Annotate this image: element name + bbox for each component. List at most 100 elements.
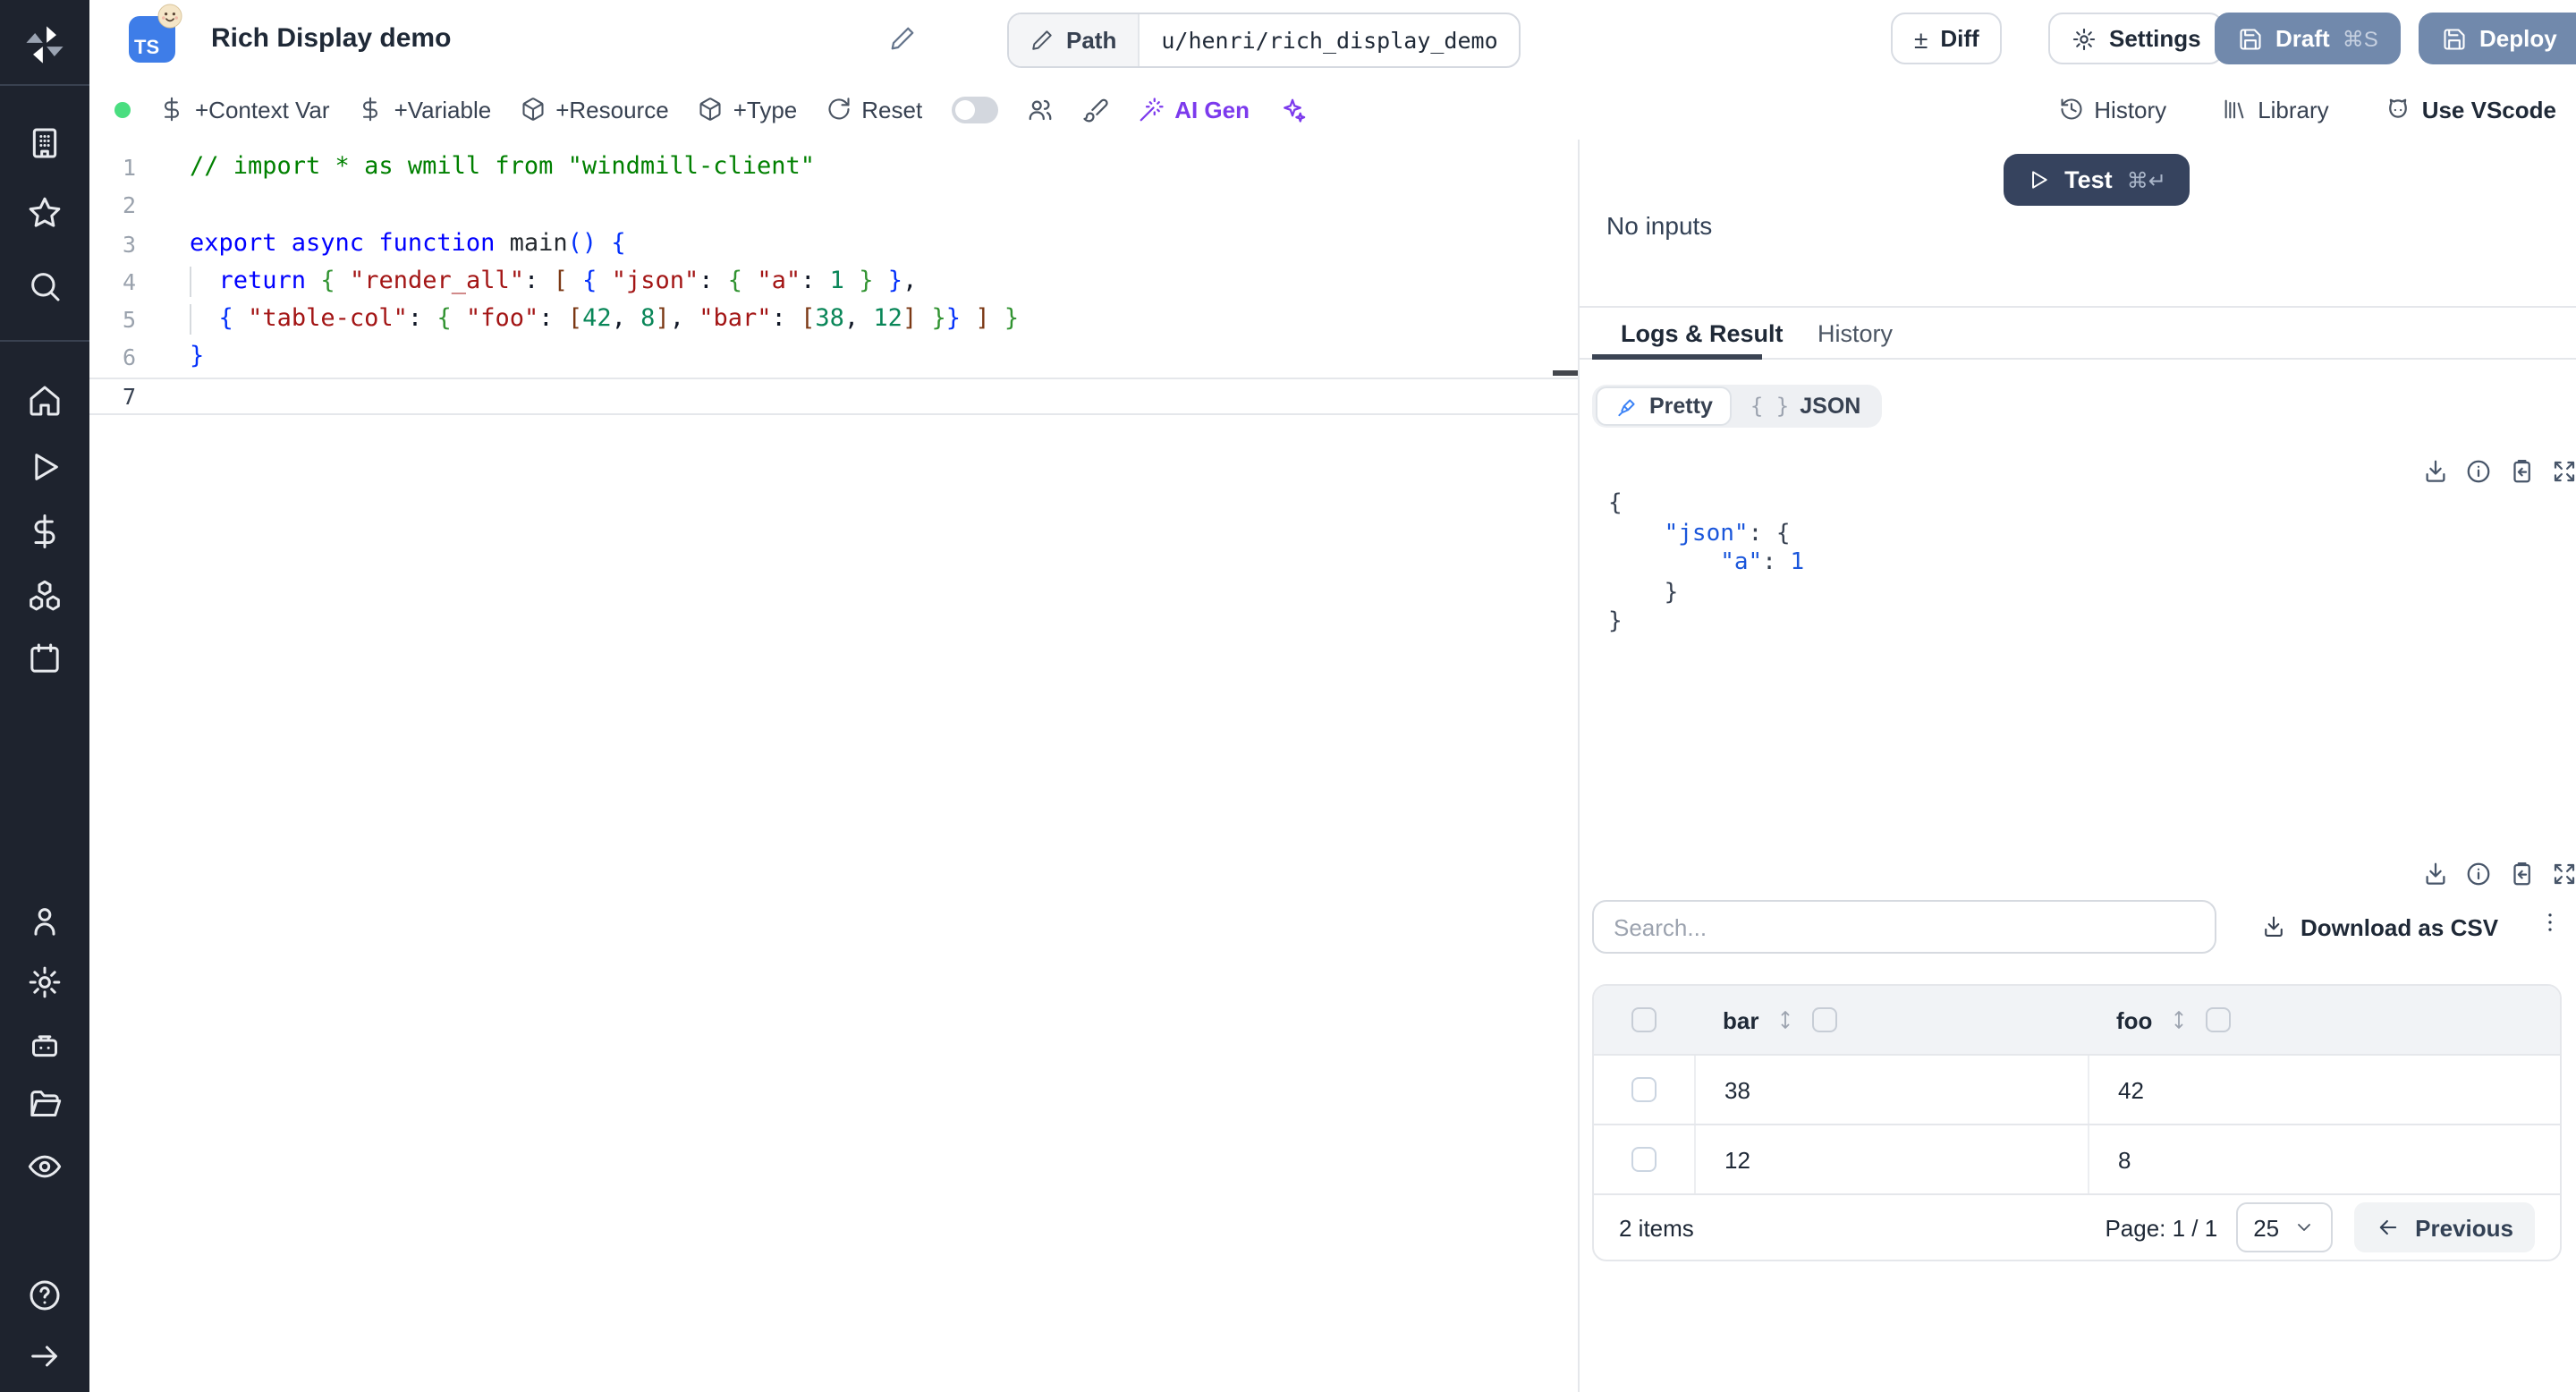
sidebar-item-schedules-calendar-icon[interactable] <box>0 641 89 676</box>
download-icon[interactable] <box>2422 458 2449 485</box>
ai-sparkles-button[interactable] <box>1278 96 1305 123</box>
code-editor[interactable]: 1 // import * as wmill from "windmill-cli… <box>89 140 1578 1392</box>
sort-icon[interactable] <box>1775 1009 1796 1031</box>
library-label: Library <box>2258 96 2329 123</box>
use-vscode-button[interactable]: Use VScode <box>2385 96 2556 123</box>
expand-fullscreen-icon[interactable] <box>2551 861 2576 887</box>
download-icon[interactable] <box>2422 861 2449 887</box>
diff-label: Diff <box>1940 25 1979 52</box>
token: { <box>436 304 452 334</box>
sidebar-item-workers-robot-icon[interactable] <box>0 1027 89 1063</box>
code-rows: 1 // import * as wmill from "windmill-cli… <box>89 149 1578 415</box>
windmill-script-editor: TS Rich Display demo Path u/henri/rich_d… <box>0 0 2576 1392</box>
add-resource-button[interactable]: +Resource <box>520 96 669 123</box>
sidebar-item-help-question-icon[interactable] <box>0 1277 89 1313</box>
tab-logs-and-result[interactable]: Logs & Result <box>1621 308 1784 360</box>
format-code-brush-button[interactable] <box>1081 96 1108 123</box>
table-menu-kebab-icon[interactable] <box>2537 909 2563 945</box>
edit-title-pencil-icon[interactable] <box>889 25 916 61</box>
settings-button[interactable]: Settings <box>2048 13 2224 64</box>
row-checkbox[interactable] <box>1631 1147 1657 1172</box>
token: [ <box>553 266 568 295</box>
reset-button[interactable]: Reset <box>826 96 922 123</box>
sidebar-item-workspace-building-icon[interactable] <box>0 125 89 161</box>
add-variable-button[interactable]: +Variable <box>359 96 491 123</box>
previous-page-button[interactable]: Previous <box>2354 1202 2535 1252</box>
select-all-checkbox[interactable] <box>1631 1007 1657 1032</box>
search-input[interactable] <box>1592 900 2216 954</box>
deploy-button[interactable]: Deploy <box>2419 13 2576 64</box>
row-checkbox[interactable] <box>1631 1077 1657 1102</box>
history-button[interactable]: History <box>2058 96 2166 123</box>
info-icon[interactable] <box>2465 861 2492 887</box>
draft-button[interactable]: Draft ⌘S <box>2215 13 2402 64</box>
copy-clipboard-icon[interactable] <box>2508 861 2535 887</box>
toolbar-right: History Library Use VScode <box>2058 79 2556 140</box>
use-vscode-label: Use VScode <box>2421 96 2556 123</box>
download-as-csv-button[interactable]: Download as CSV <box>2261 913 2498 940</box>
token: } <box>931 304 946 334</box>
sidebar-item-variables-dollar-icon[interactable] <box>0 514 89 549</box>
sidebar-item-folders-folder-icon[interactable] <box>0 1086 89 1122</box>
view-json-button[interactable]: { } JSON <box>1733 388 1878 424</box>
code-line: 2 <box>89 187 1578 225</box>
column-checkbox[interactable] <box>1812 1007 1838 1032</box>
token: , <box>843 304 874 334</box>
expand-fullscreen-icon[interactable] <box>2551 458 2576 485</box>
token: , <box>611 304 641 334</box>
sidebar-item-search-icon[interactable] <box>0 268 89 304</box>
path-button[interactable]: Path u/henri/rich_display_demo <box>1007 13 1521 68</box>
token: : <box>1748 520 1776 547</box>
arrow-left-icon <box>2376 1215 2401 1240</box>
token: ] <box>975 304 990 334</box>
view-pretty-button[interactable]: Pretty <box>1596 386 1733 426</box>
sort-icon[interactable] <box>2168 1009 2190 1031</box>
sidebar-item-home-icon[interactable] <box>0 383 89 419</box>
sidebar-expand-arrow-right-icon[interactable] <box>0 1338 89 1374</box>
table-cell: 8 <box>2088 1125 2560 1193</box>
diff-button[interactable]: ± Diff <box>1891 13 2003 64</box>
sidebar-item-audit-logs-eye-icon[interactable] <box>0 1149 89 1184</box>
sidebar-item-resources-cubes-icon[interactable] <box>0 578 89 614</box>
token: export async function <box>190 228 510 258</box>
save-icon <box>2238 26 2263 51</box>
token: } <box>1608 579 1679 606</box>
token: 1 <box>1790 549 1805 576</box>
copy-clipboard-icon[interactable] <box>2508 458 2535 485</box>
column-header-foo: foo <box>2088 1006 2560 1033</box>
add-context-var-button[interactable]: +Context Var <box>159 96 330 123</box>
token: return <box>218 266 307 295</box>
sidebar-item-favorites-star-icon[interactable] <box>0 195 89 231</box>
language-ready-status-dot <box>114 101 131 117</box>
test-run-button[interactable]: Test ⌘↵ <box>2004 154 2190 206</box>
windmill-logo-icon[interactable] <box>0 21 89 68</box>
page-title: Rich Display demo <box>211 23 452 54</box>
add-type-button[interactable]: +Type <box>698 96 797 123</box>
multiplayer-toggle[interactable] <box>951 96 998 123</box>
column-checkbox[interactable] <box>2206 1007 2232 1032</box>
sidebar-item-settings-gear-icon[interactable] <box>0 964 89 1000</box>
info-icon[interactable] <box>2465 458 2492 485</box>
table-cell: 42 <box>2088 1056 2560 1124</box>
users-icon <box>1026 96 1053 123</box>
pretty-label: Pretty <box>1649 394 1713 419</box>
ai-gen-button[interactable]: AI Gen <box>1137 96 1250 123</box>
library-button[interactable]: Library <box>2222 96 2329 123</box>
sidebar-item-users-person-icon[interactable] <box>0 904 89 939</box>
page-size-select[interactable]: 25 <box>2235 1202 2334 1252</box>
table-actions <box>2422 861 2576 887</box>
package-icon <box>520 97 545 122</box>
tab-history[interactable]: History <box>1818 308 1893 360</box>
sidebar-item-runs-play-icon[interactable] <box>0 449 89 485</box>
multiplayer-users-button[interactable] <box>1026 96 1053 123</box>
token: ] <box>655 304 670 334</box>
column-label: bar <box>1723 1006 1759 1033</box>
